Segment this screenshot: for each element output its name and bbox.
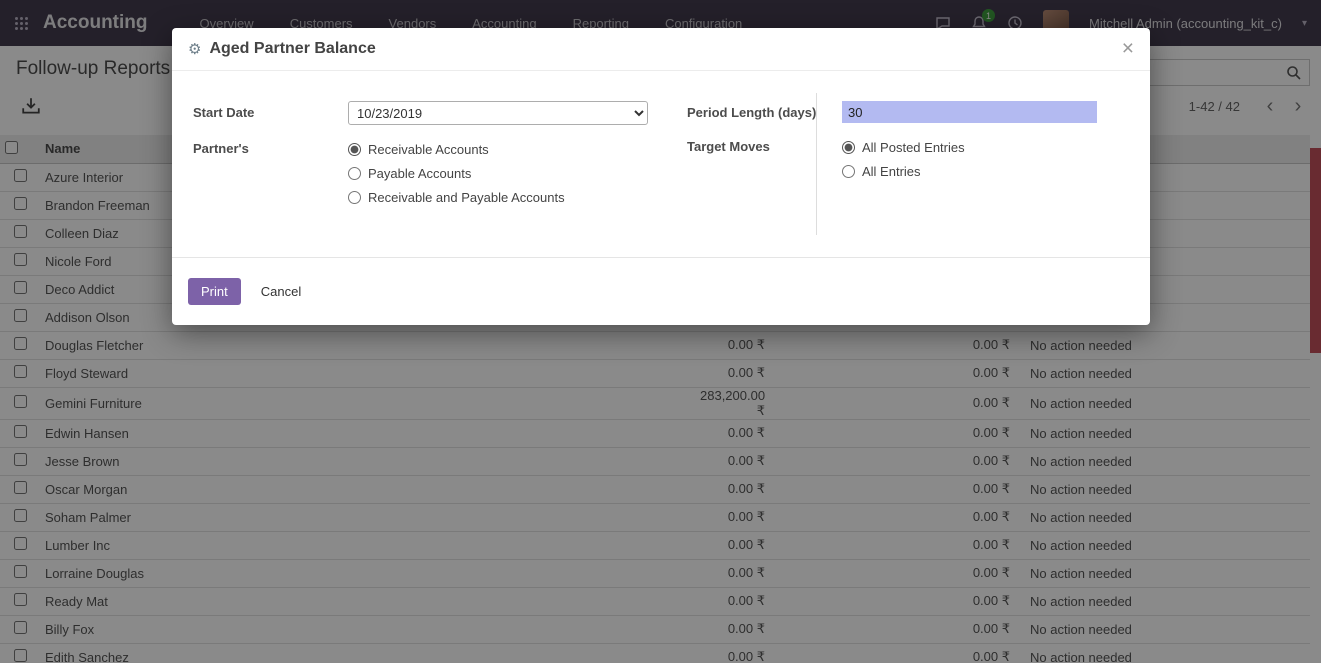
modal-title: Aged Partner Balance — [209, 40, 375, 58]
print-button[interactable]: Print — [188, 278, 241, 305]
right-field-group: Period Length (days) Target Moves All Po… — [687, 101, 1150, 221]
period-length-label: Period Length (days) — [687, 101, 842, 123]
modal-header: ⚙ Aged Partner Balance × — [172, 28, 1150, 71]
modal-body: Start Date 10/23/2019 Partner's Receivab… — [172, 71, 1150, 257]
radio-receivable-accounts[interactable]: Receivable Accounts — [348, 137, 648, 161]
cancel-button[interactable]: Cancel — [257, 278, 305, 305]
start-date-label: Start Date — [193, 101, 348, 125]
start-date-select[interactable]: 10/23/2019 — [348, 101, 648, 125]
left-field-group: Start Date 10/23/2019 Partner's Receivab… — [193, 101, 648, 221]
modal-footer: Print Cancel — [172, 257, 1150, 325]
report-icon: ⚙ — [188, 40, 201, 58]
radio-payable-accounts[interactable]: Payable Accounts — [348, 161, 648, 185]
partners-label: Partner's — [193, 137, 348, 209]
partners-radio-group: Receivable Accounts Payable Accounts Rec… — [348, 137, 648, 209]
period-length-input[interactable] — [842, 101, 1097, 123]
group-divider — [816, 93, 817, 235]
radio-all-posted-entries[interactable]: All Posted Entries — [842, 135, 1097, 159]
aged-partner-balance-dialog: ⚙ Aged Partner Balance × Start Date 10/2… — [172, 28, 1150, 325]
radio-all-entries[interactable]: All Entries — [842, 159, 1097, 183]
target-moves-label: Target Moves — [687, 135, 842, 183]
radio-receivable-and-payable-accounts[interactable]: Receivable and Payable Accounts — [348, 185, 648, 209]
target-moves-radio-group: All Posted Entries All Entries — [842, 135, 1097, 183]
close-icon[interactable]: × — [1122, 41, 1134, 57]
screen: Accounting Overview Customers Vendors Ac… — [0, 0, 1321, 663]
